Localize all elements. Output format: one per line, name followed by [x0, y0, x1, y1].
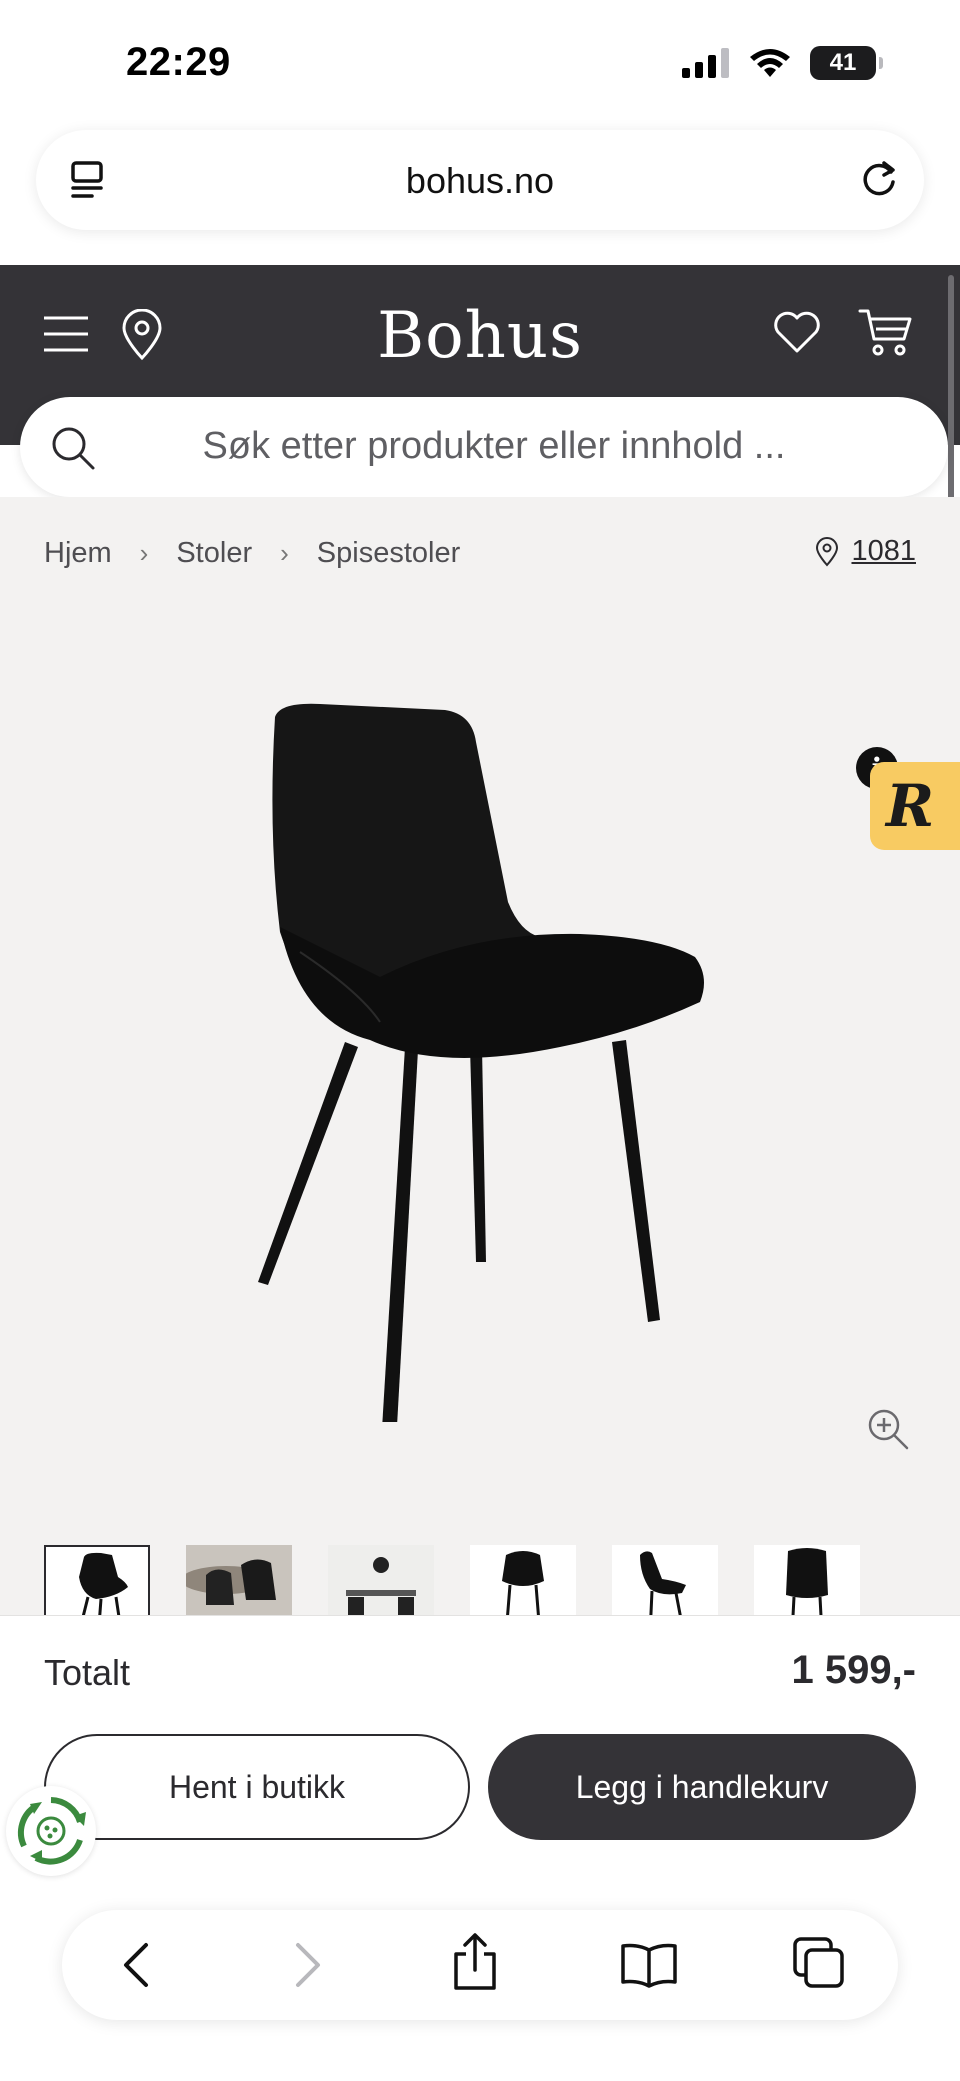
breadcrumb: Hjem › Stoler › Spisestoler: [44, 537, 460, 570]
add-to-cart-button[interactable]: Legg i handlekurv: [488, 1734, 916, 1840]
review-badge-letter: R: [886, 772, 935, 840]
total-price: 1 599,-: [791, 1648, 916, 1692]
thumbnail-5[interactable]: [612, 1545, 718, 1617]
tabs-icon[interactable]: [792, 1936, 846, 1990]
thumbnail-1[interactable]: [44, 1545, 150, 1617]
reload-icon[interactable]: [856, 156, 902, 202]
zoom-in-icon[interactable]: [866, 1407, 910, 1451]
status-icons: 41: [682, 46, 883, 80]
location-pin-icon: [816, 536, 839, 566]
share-icon[interactable]: [450, 1932, 500, 1992]
selected-store-link[interactable]: 1081: [815, 535, 916, 568]
chevron-right-icon: ›: [280, 538, 289, 568]
wifi-icon: [750, 49, 790, 77]
browser-toolbar: [62, 1910, 898, 2020]
thumbnail-3[interactable]: [328, 1545, 434, 1617]
shopping-cart-icon[interactable]: [858, 307, 914, 357]
product-gallery: Hjem › Stoler › Spisestoler 1081 i R: [0, 497, 960, 1617]
search-bar[interactable]: Søk etter produkter eller innhold ...: [20, 397, 948, 497]
pickup-in-store-button[interactable]: Hent i butikk: [44, 1734, 470, 1840]
address-bar[interactable]: bohus.no: [36, 130, 924, 230]
purchase-panel: Totalt 1 599,- Hent i butikk Legg i hand…: [0, 1615, 960, 1915]
status-bar: 22:29 41: [0, 0, 960, 128]
forward-icon[interactable]: [288, 1940, 328, 1990]
thumbnail-2[interactable]: [186, 1545, 292, 1617]
review-badge[interactable]: R: [870, 762, 960, 850]
breadcrumb-home[interactable]: Hjem: [44, 537, 112, 570]
status-time: 22:29: [126, 40, 231, 84]
store-code[interactable]: 1081: [851, 535, 916, 568]
bookmarks-icon[interactable]: [620, 1942, 678, 1988]
thumbnail-4[interactable]: [470, 1545, 576, 1617]
chevron-right-icon: ›: [139, 538, 149, 568]
wishlist-heart-icon[interactable]: [772, 309, 822, 355]
back-icon[interactable]: [116, 1940, 156, 1990]
signal-icon: [682, 48, 729, 78]
url-text[interactable]: bohus.no: [36, 160, 924, 202]
breadcrumb-chairs[interactable]: Stoler: [176, 537, 252, 570]
product-image-chair[interactable]: [240, 702, 710, 1422]
eco-badge[interactable]: [6, 1786, 96, 1876]
thumbnail-strip: [44, 1545, 860, 1617]
breadcrumb-dining-chairs[interactable]: Spisestoler: [317, 537, 460, 570]
recycle-icon: [17, 1797, 86, 1865]
total-label: Totalt: [44, 1652, 131, 1693]
search-input[interactable]: Søk etter produkter eller innhold ...: [20, 425, 948, 468]
battery-indicator: 41: [810, 46, 883, 80]
thumbnail-6[interactable]: [754, 1545, 860, 1617]
